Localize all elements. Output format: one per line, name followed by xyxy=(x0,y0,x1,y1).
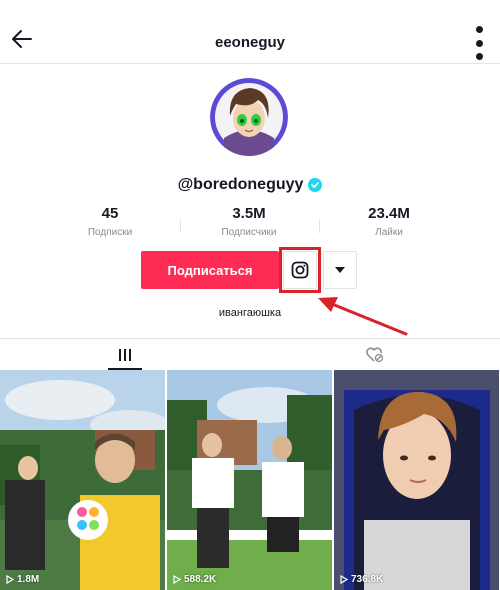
view-count-value: 736.8K xyxy=(351,574,384,585)
play-icon xyxy=(340,575,348,584)
verified-badge-icon xyxy=(308,178,323,192)
more-options-button[interactable] xyxy=(470,26,488,60)
stat-value: 3.5M xyxy=(232,205,266,222)
suggested-accounts-dropdown[interactable] xyxy=(323,251,357,289)
caret-down-icon xyxy=(335,267,345,273)
profile-tabs xyxy=(0,338,500,370)
avatar[interactable] xyxy=(210,78,288,156)
tab-videos[interactable] xyxy=(0,339,250,370)
video-grid: 1.8M 588.2K 736.8K xyxy=(0,370,500,590)
videos-grid-icon xyxy=(119,348,131,361)
stat-likes: 23.4M Лайки xyxy=(329,205,449,238)
stat-label: Подписчики xyxy=(221,227,277,238)
stat-value: 23.4M xyxy=(368,205,410,222)
page-title: eeoneguy xyxy=(214,34,286,51)
stat-divider xyxy=(319,219,320,233)
stat-following[interactable]: 45 Подписки xyxy=(50,205,170,238)
video-thumbnail[interactable]: 1.8M xyxy=(0,370,165,590)
top-bar: eeoneguy xyxy=(0,0,500,64)
stat-value: 45 xyxy=(101,205,119,222)
username: @boredoneguyy xyxy=(177,176,304,193)
view-count-value: 1.8M xyxy=(17,574,40,585)
stat-label: Лайки xyxy=(375,227,403,238)
view-count-value: 588.2K xyxy=(184,574,217,585)
play-icon xyxy=(173,575,181,584)
view-count: 588.2K xyxy=(173,574,216,585)
view-count: 1.8M xyxy=(6,574,39,585)
more-vertical-icon xyxy=(475,26,483,33)
video-thumbnail[interactable]: 736.8K xyxy=(334,370,499,590)
profile-stats: 45 Подписки 3.5M Подписчики 23.4M Лайки xyxy=(0,205,500,245)
stat-divider xyxy=(180,219,181,233)
tab-liked[interactable] xyxy=(250,339,500,370)
play-icon xyxy=(6,575,14,584)
follow-button[interactable]: Подписаться xyxy=(141,251,279,289)
stat-followers[interactable]: 3.5M Подписчики xyxy=(189,205,309,238)
view-count: 736.8K xyxy=(340,574,383,585)
profile-bio: ивангаюшка xyxy=(218,307,282,319)
username-row: @boredoneguyy xyxy=(0,176,500,194)
liked-heart-icon xyxy=(366,346,384,362)
annotation-highlight-box xyxy=(279,247,321,293)
video-thumbnail[interactable]: 588.2K xyxy=(167,370,332,590)
stat-label: Подписки xyxy=(87,227,133,238)
